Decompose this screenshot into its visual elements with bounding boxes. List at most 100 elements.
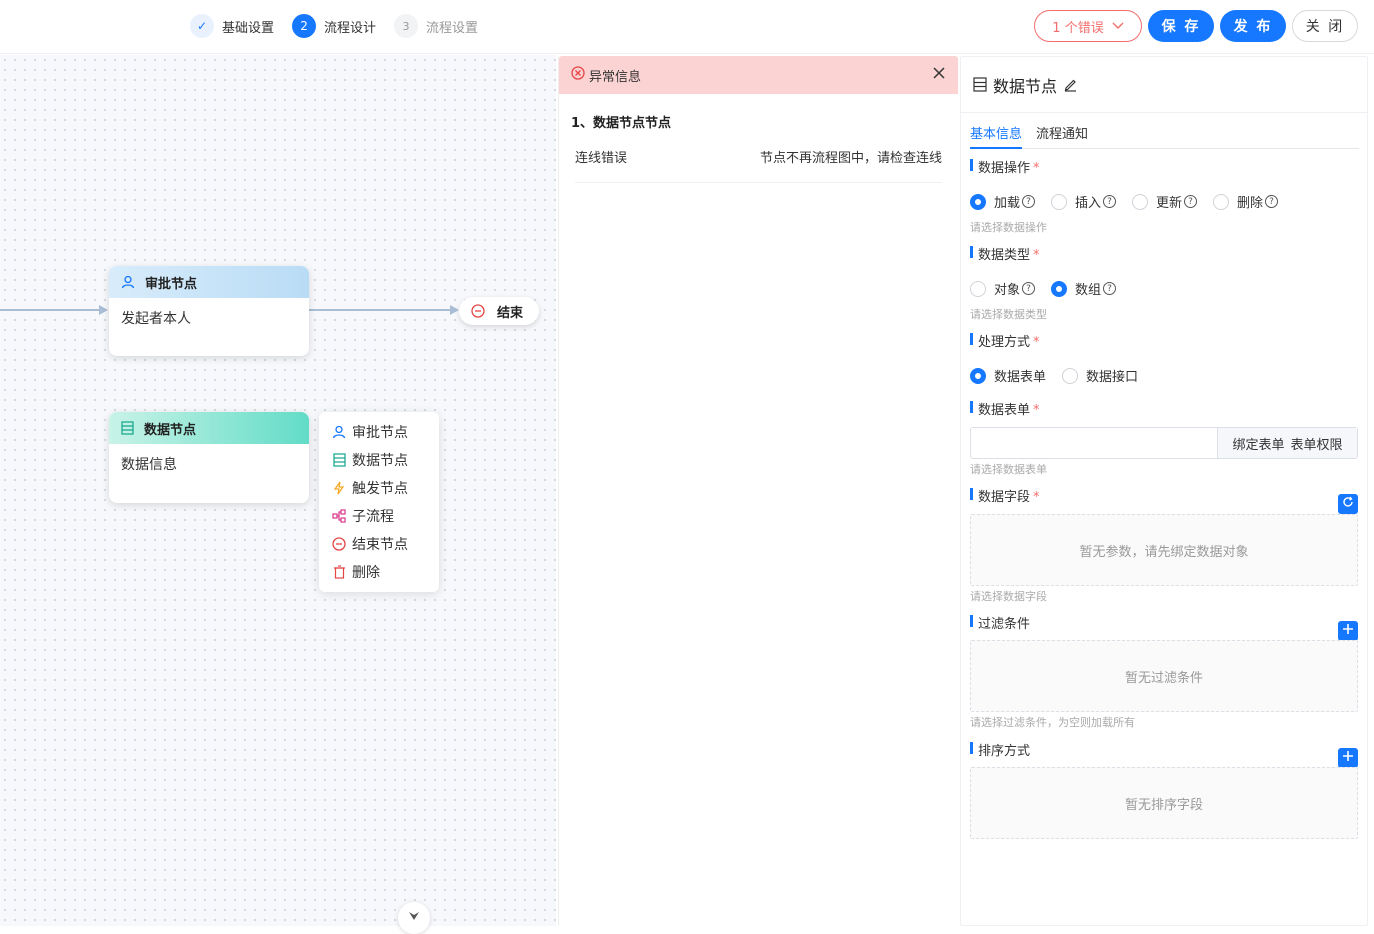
- tab-basic-info[interactable]: 基本信息: [970, 119, 1023, 149]
- node-header: 数据节点: [109, 412, 309, 444]
- node-title: 审批节点: [145, 276, 198, 292]
- refresh-icon: [1342, 496, 1354, 512]
- panel-title-bar: 数据节点: [961, 57, 1367, 113]
- menu-item-delete[interactable]: 删除: [319, 558, 439, 586]
- user-icon: [121, 275, 135, 289]
- radio-dot: [1132, 193, 1149, 210]
- error-panel: 异常信息 1、数据节点节点 连线错误 节点不再流程图中，请检查连线: [558, 56, 958, 926]
- radio-dot: [1051, 280, 1068, 297]
- required-mark: *: [1033, 335, 1040, 350]
- add-filter-button[interactable]: [1338, 621, 1358, 641]
- menu-item-label: 数据节点: [352, 453, 408, 469]
- step-basic-settings[interactable]: ✓ 基础设置: [190, 14, 274, 38]
- minus-circle-icon: [331, 536, 347, 552]
- error-dropdown-button[interactable]: 1 个错误: [1034, 10, 1142, 42]
- error-panel-header: 异常信息: [559, 56, 958, 94]
- sort-label: 排序方式: [970, 740, 1030, 759]
- radio-label: 插入: [1075, 196, 1102, 211]
- node-properties-panel: 数据节点 基本信息 流程通知 数据操作 * 加载? 插入? 更新? 删除? 请选择…: [960, 56, 1368, 926]
- help-icon[interactable]: ?: [1103, 282, 1117, 295]
- close-icon[interactable]: [932, 66, 946, 84]
- help-icon[interactable]: ?: [1022, 195, 1036, 208]
- chevron-down-icon: [407, 909, 421, 927]
- menu-item-end-node[interactable]: 结束节点: [319, 530, 439, 558]
- field-label-text: 数据表单: [978, 403, 1031, 418]
- error-panel-title: 异常信息: [589, 69, 642, 85]
- radio-label: 对象: [994, 283, 1021, 298]
- help-icon[interactable]: ?: [1265, 195, 1279, 208]
- form-permission-button[interactable]: 表单权限: [1291, 434, 1343, 453]
- radio-data-api[interactable]: 数据接口: [1062, 366, 1138, 385]
- menu-item-label: 审批节点: [352, 425, 408, 441]
- menu-item-label: 子流程: [352, 509, 394, 525]
- help-icon[interactable]: ?: [1022, 282, 1036, 295]
- error-detail: 节点不再流程图中，请检查连线: [759, 151, 942, 166]
- table-icon: [121, 421, 134, 435]
- table-icon: [331, 452, 347, 468]
- bind-form-button[interactable]: 绑定表单: [1232, 434, 1284, 453]
- close-button[interactable]: 关 闭: [1292, 10, 1358, 42]
- data-type-hint: 请选择数据类型: [970, 308, 1047, 321]
- end-node[interactable]: 结束: [459, 297, 539, 325]
- help-icon[interactable]: ?: [1184, 195, 1198, 208]
- error-count-label: 1 个错误: [1052, 20, 1104, 36]
- field-label-text: 过滤条件: [978, 617, 1031, 632]
- radio-label: 删除: [1237, 196, 1264, 211]
- step-flow-design[interactable]: 2 流程设计: [292, 14, 376, 38]
- approval-node[interactable]: 审批节点 发起者本人: [109, 266, 309, 356]
- radio-insert[interactable]: 插入?: [1051, 192, 1117, 211]
- data-form-hint: 请选择数据表单: [970, 463, 1047, 476]
- step-label: 流程设置: [426, 20, 479, 36]
- radio-array[interactable]: 数组?: [1051, 279, 1117, 298]
- radio-object[interactable]: 对象?: [970, 279, 1036, 298]
- data-operation-label: 数据操作 *: [970, 157, 1040, 176]
- field-label-text: 处理方式: [978, 335, 1031, 350]
- data-node[interactable]: 数据节点 数据信息: [109, 412, 309, 503]
- expand-down-button[interactable]: [398, 902, 430, 934]
- refresh-fields-button[interactable]: [1338, 494, 1358, 514]
- error-item-row[interactable]: 连线错误 节点不再流程图中，请检查连线: [575, 147, 942, 183]
- radio-delete[interactable]: 删除?: [1213, 192, 1279, 211]
- subflow-icon: [331, 508, 347, 524]
- edit-icon[interactable]: [1063, 77, 1078, 92]
- data-form-label: 数据表单 *: [970, 399, 1040, 418]
- menu-item-approval-node[interactable]: 审批节点: [319, 418, 439, 446]
- radio-data-form[interactable]: 数据表单: [970, 366, 1046, 385]
- menu-item-label: 触发节点: [352, 481, 408, 497]
- radio-update[interactable]: 更新?: [1132, 192, 1198, 211]
- publish-button[interactable]: 发 布: [1220, 10, 1286, 42]
- menu-item-label: 结束节点: [352, 537, 408, 553]
- error-circle-icon: [571, 66, 585, 84]
- radio-dot: [970, 367, 986, 384]
- lightning-icon: [331, 480, 347, 496]
- help-icon[interactable]: ?: [1103, 195, 1117, 208]
- save-button[interactable]: 保 存: [1148, 10, 1214, 42]
- radio-load[interactable]: 加载?: [970, 192, 1036, 211]
- filter-label: 过滤条件: [970, 613, 1030, 632]
- required-mark: *: [1033, 403, 1040, 418]
- add-sort-button[interactable]: [1338, 748, 1358, 768]
- menu-item-subflow[interactable]: 子流程: [319, 502, 439, 530]
- menu-item-data-node[interactable]: 数据节点: [319, 446, 439, 474]
- step-flow-settings[interactable]: 3 流程设置: [394, 14, 478, 38]
- radio-dot: [1051, 193, 1068, 210]
- data-type-label: 数据类型 *: [970, 244, 1040, 263]
- process-mode-label: 处理方式 *: [970, 331, 1040, 350]
- data-fields-empty: 暂无参数，请先绑定数据对象: [970, 514, 1358, 586]
- step-label: 流程设计: [324, 20, 377, 36]
- panel-tabs: 基本信息 流程通知: [970, 119, 1359, 149]
- check-icon: ✓: [190, 14, 214, 38]
- filter-hint: 请选择过滤条件，为空则加载所有: [970, 716, 1135, 729]
- data-operation-hint: 请选择数据操作: [970, 221, 1047, 234]
- data-form-field[interactable]: [971, 428, 1217, 458]
- node-body: 数据信息: [121, 457, 177, 473]
- filter-empty: 暂无过滤条件: [970, 640, 1358, 712]
- data-type-radios: 对象? 数组?: [970, 279, 1132, 298]
- data-fields-hint: 请选择数据字段: [970, 590, 1047, 603]
- menu-item-label: 删除: [352, 565, 380, 581]
- radio-label: 数组: [1075, 283, 1102, 298]
- tab-flow-notify[interactable]: 流程通知: [1036, 119, 1088, 149]
- flow-canvas[interactable]: 审批节点 发起者本人 结束 数据节点 数据信息 审批节点 数据节点 触发节点 子…: [0, 55, 556, 926]
- steps: ✓ 基础设置 2 流程设计 3 流程设置: [190, 14, 496, 38]
- menu-item-trigger-node[interactable]: 触发节点: [319, 474, 439, 502]
